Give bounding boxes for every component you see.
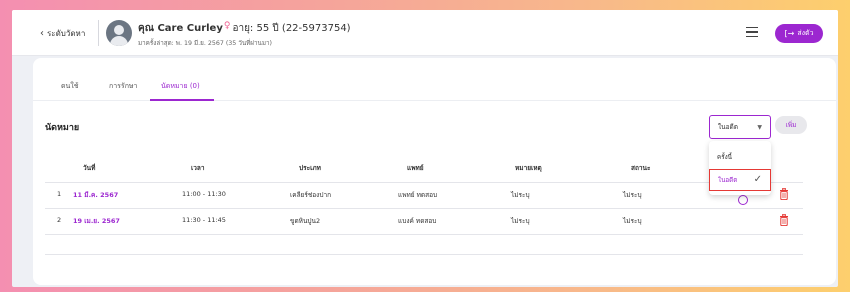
row-doctor: แบงค์ ทดสอบ — [398, 217, 437, 225]
row-status: ไม่ระบุ — [623, 191, 642, 199]
time-filter-select[interactable]: ในอดีต ▼ — [709, 115, 771, 139]
row-divider-line — [45, 234, 803, 235]
last-visit-text: มาครั้งล่าสุด: พ. 19 มี.ย. 2567 (35 วันท… — [138, 40, 272, 47]
appointments-card: ดนใช้ การรักษา นัดหมาย (0) นัดหมาย ในอดี… — [33, 58, 836, 285]
avatar — [106, 20, 132, 46]
option-label: ครั้งนี้ — [717, 154, 732, 161]
row-note: ไม่ระบุ — [511, 191, 530, 199]
option-label: ในอดีต — [718, 177, 738, 184]
caret-down-icon: ▼ — [757, 124, 762, 131]
trash-icon[interactable] — [779, 214, 789, 226]
column-header-time: เวลา — [191, 164, 205, 172]
patient-age: อายุ: 55 ปี (22-5973754) — [232, 23, 351, 34]
row-divider-line — [45, 208, 803, 209]
patient-name-text: คุณ Care Curley — [138, 23, 223, 34]
row-date[interactable]: 19 เม.ย. 2567 — [73, 216, 120, 226]
column-header-type: ประเภท — [299, 164, 321, 172]
row-doctor: แพทย์ ทดสอบ — [398, 191, 438, 199]
row-index: 1 — [57, 190, 62, 198]
row-status: ไม่ระบุ — [623, 217, 642, 225]
filter-dropdown-menu: ครั้งนี้ ในอดีต ✓ — [709, 141, 771, 195]
add-button[interactable]: เพิ่ม — [775, 116, 807, 134]
patient-header: ‹ ระดับวัดหา คุณ Care Curley ♀ อายุ: 55 … — [12, 10, 838, 56]
column-header-status: สถานะ — [631, 164, 651, 172]
back-label: ระดับวัดหา — [47, 29, 86, 38]
view-icon[interactable] — [738, 195, 748, 205]
row-type: เคลียร์ช่องปาก — [290, 191, 332, 199]
female-icon: ♀ — [223, 20, 231, 31]
tab-treatment[interactable]: การรักษา — [109, 81, 137, 92]
row-date[interactable]: 11 มี.ค. 2567 — [73, 190, 118, 200]
header-divider — [98, 20, 99, 46]
header-divider-line — [45, 182, 803, 183]
tab-appointments[interactable]: นัดหมาย (0) — [161, 81, 200, 92]
app-window: ‹ ระดับวัดหา คุณ Care Curley ♀ อายุ: 55 … — [12, 10, 838, 287]
send-label: ส่งตัว — [797, 29, 814, 37]
column-header-doctor: แพทย์ — [407, 164, 424, 172]
dropdown-option-past[interactable]: ในอดีต ✓ — [709, 169, 771, 191]
section-title: นัดหมาย — [45, 123, 80, 133]
column-header-date: วันที่ — [83, 164, 96, 172]
filter-value: ในอดีต — [718, 123, 738, 131]
table-bottom-line — [45, 254, 803, 255]
column-header-note: หมายเหตุ — [515, 164, 542, 172]
row-time: 11:30 - 11:45 — [182, 216, 226, 224]
chevron-left-icon: ‹ — [40, 27, 44, 39]
check-icon: ✓ — [753, 174, 762, 185]
dropdown-option-current[interactable]: ครั้งนี้ — [709, 146, 771, 168]
row-note: ไม่ระบุ — [511, 217, 530, 225]
row-index: 2 — [57, 216, 62, 224]
send-icon: [→ — [784, 29, 795, 38]
send-button[interactable]: [→ ส่งตัว — [775, 24, 823, 43]
patient-name: คุณ Care Curley ♀ อายุ: 55 ปี (22-597375… — [138, 21, 351, 36]
active-tab-indicator — [150, 99, 214, 101]
row-type: ขูดหินปูน2 — [290, 217, 321, 225]
tab-usage[interactable]: ดนใช้ — [61, 81, 79, 92]
menu-icon[interactable] — [746, 27, 758, 38]
row-time: 11:00 - 11:30 — [182, 190, 226, 198]
back-link[interactable]: ‹ ระดับวัดหา — [40, 27, 85, 40]
trash-icon[interactable] — [779, 188, 789, 200]
